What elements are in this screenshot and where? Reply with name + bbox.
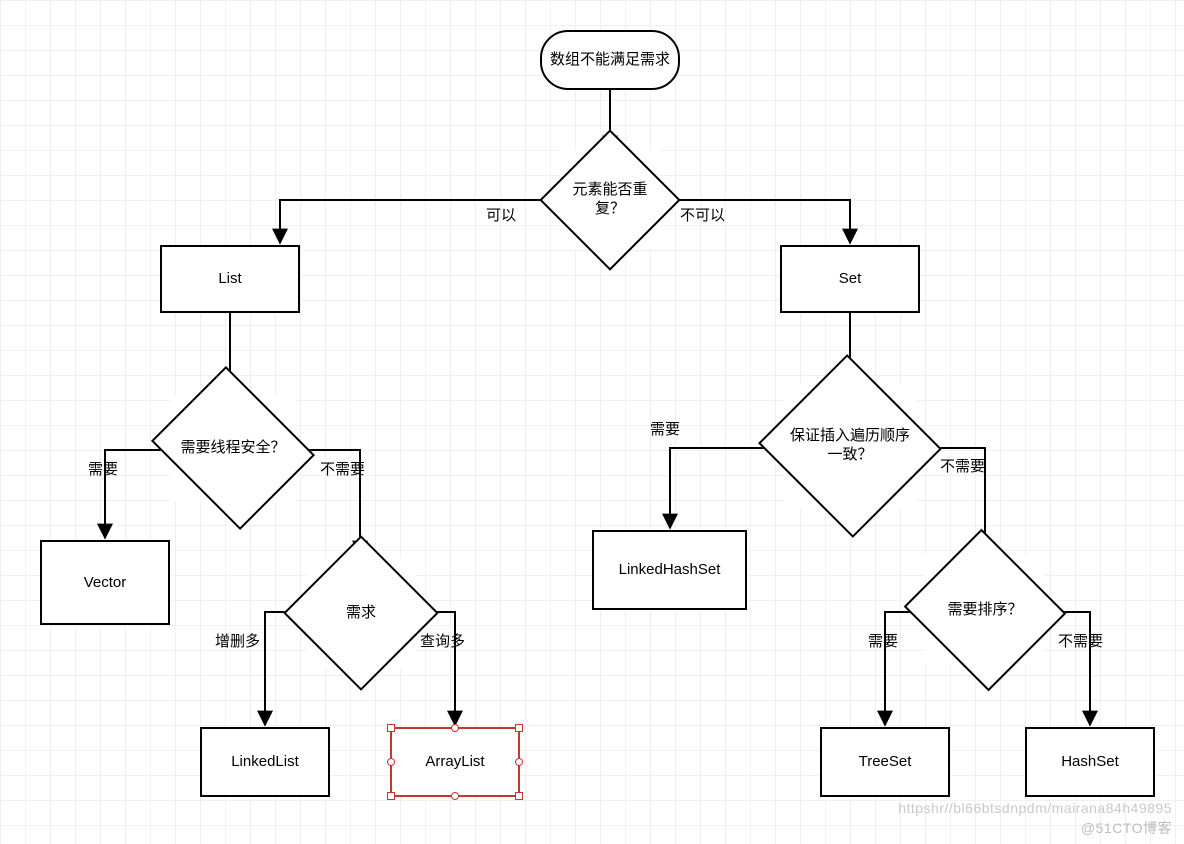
- handle-se[interactable]: [515, 792, 523, 800]
- box-hashset[interactable]: HashSet: [1025, 727, 1155, 797]
- handle-nw[interactable]: [387, 724, 395, 732]
- start-node[interactable]: 数组不能满足需求: [540, 30, 680, 90]
- decision-need-text: 需求: [340, 604, 382, 623]
- box-set[interactable]: Set: [780, 245, 920, 313]
- flowchart-canvas: 数组不能满足需求 元素能否重复？ 可以 不可以 List Set 需要线程安全？…: [0, 0, 1184, 844]
- decision-order[interactable]: 保证插入遍历顺序一致？: [783, 383, 917, 509]
- label-need-3: 需要: [868, 630, 898, 651]
- handle-n[interactable]: [451, 724, 459, 732]
- decision-sort-text: 需要排序？: [941, 601, 1028, 620]
- box-linkedlist[interactable]: LinkedList: [200, 727, 330, 797]
- label-more-add: 增删多: [215, 630, 260, 651]
- label-notneed-1: 不需要: [320, 458, 365, 479]
- handle-s[interactable]: [451, 792, 459, 800]
- box-linkedhashset[interactable]: LinkedHashSet: [592, 530, 747, 610]
- box-vector-text: Vector: [84, 573, 127, 593]
- handle-ne[interactable]: [515, 724, 523, 732]
- decision-threadsafe[interactable]: 需要线程安全？: [170, 395, 296, 501]
- label-yes: 可以: [486, 204, 516, 225]
- box-linkedlist-text: LinkedList: [231, 752, 299, 772]
- box-hashset-text: HashSet: [1061, 752, 1119, 772]
- label-need-1: 需要: [88, 458, 118, 479]
- label-need-2: 需要: [650, 418, 680, 439]
- box-list[interactable]: List: [160, 245, 300, 313]
- decision-threadsafe-text: 需要线程安全？: [174, 439, 291, 458]
- handle-sw[interactable]: [387, 792, 395, 800]
- decision-need[interactable]: 需求: [306, 558, 416, 668]
- box-arraylist-selected[interactable]: ArrayList: [390, 727, 520, 797]
- label-more-query: 查询多: [420, 630, 465, 651]
- box-list-text: List: [218, 269, 241, 289]
- label-no: 不可以: [680, 204, 725, 225]
- decision-repeatable-text: 元素能否重复？: [560, 181, 660, 219]
- decision-sort[interactable]: 需要排序？: [925, 555, 1045, 665]
- box-treeset[interactable]: TreeSet: [820, 727, 950, 797]
- label-notneed-2: 不需要: [940, 455, 985, 476]
- box-vector[interactable]: Vector: [40, 540, 170, 625]
- decision-repeatable[interactable]: 元素能否重复？: [560, 150, 660, 250]
- box-arraylist-text: ArrayList: [425, 752, 484, 772]
- handle-w[interactable]: [387, 758, 395, 766]
- handle-e[interactable]: [515, 758, 523, 766]
- start-text: 数组不能满足需求: [550, 50, 670, 70]
- box-set-text: Set: [839, 269, 862, 289]
- label-notneed-3: 不需要: [1058, 630, 1103, 651]
- box-treeset-text: TreeSet: [859, 752, 912, 772]
- decision-order-text: 保证插入遍历顺序一致？: [783, 427, 917, 465]
- box-linkedhashset-text: LinkedHashSet: [619, 560, 721, 580]
